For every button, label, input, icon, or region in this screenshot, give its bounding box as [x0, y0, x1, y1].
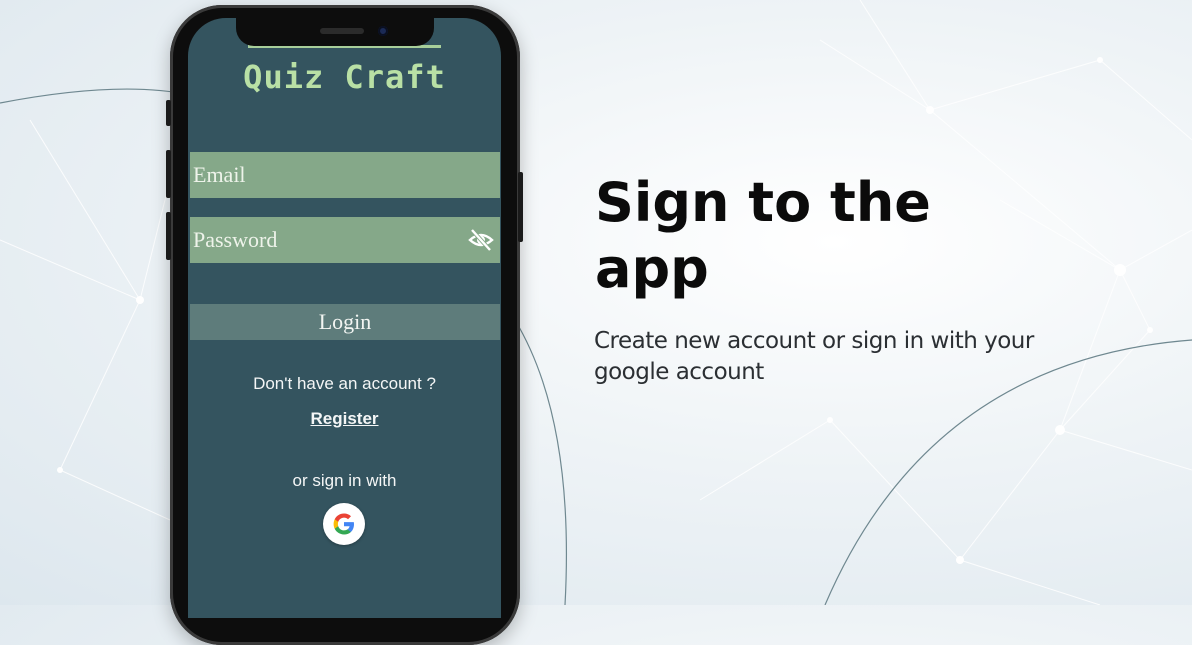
password-placeholder: Password: [193, 227, 278, 252]
phone-power-button: [518, 172, 523, 242]
eye-slash-icon[interactable]: [468, 228, 494, 252]
password-field[interactable]: Password: [190, 217, 500, 263]
google-sign-in-button[interactable]: [323, 503, 365, 545]
phone-camera: [378, 26, 388, 36]
email-field[interactable]: Email: [190, 152, 500, 198]
login-button[interactable]: Login: [190, 304, 500, 340]
email-placeholder: Email: [193, 162, 246, 187]
no-account-text: Don't have an account ?: [253, 374, 436, 393]
subtext: Create new account or sign in with your …: [594, 328, 1034, 385]
phone-speaker: [320, 28, 364, 34]
phone-volume-up-button: [166, 150, 171, 198]
google-logo-icon: [333, 513, 354, 535]
or-sign-in-text: or sign in with: [292, 471, 397, 490]
headline: Sign to the app: [595, 171, 931, 300]
app-screen: Quiz Craft Email Password Login Don't ha…: [188, 18, 501, 618]
app-title: Quiz Craft: [243, 58, 446, 96]
register-link[interactable]: Register: [188, 409, 501, 429]
phone-side-button: [166, 100, 171, 126]
phone-volume-down-button: [166, 212, 171, 260]
